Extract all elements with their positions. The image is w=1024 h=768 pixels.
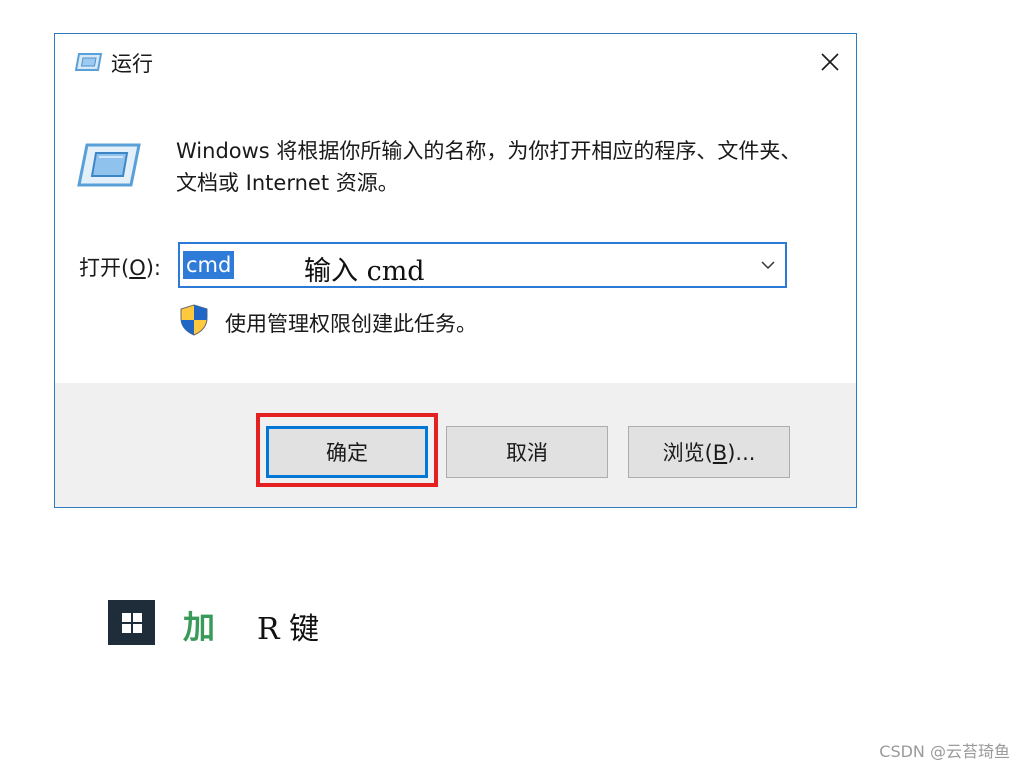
windows-logo-icon — [121, 612, 142, 633]
windows-key — [108, 600, 155, 645]
browse-label-prefix: 浏览( — [662, 441, 713, 465]
open-combobox[interactable]: cmd — [178, 242, 787, 288]
cancel-button[interactable]: 取消 — [446, 426, 608, 478]
run-icon — [75, 53, 103, 71]
browse-button-label: 浏览(B)... — [663, 437, 756, 467]
input-annotation: 输入 cmd — [304, 256, 425, 287]
browse-button[interactable]: 浏览(B)... — [628, 426, 790, 478]
description-text: Windows 将根据你所输入的名称，为你打开相应的程序、文件夹、文档或 Int… — [176, 139, 802, 195]
run-dialog: 运行 Windows 将根据你所输入的名称，为你打开相应的程序、文件夹、文档或 … — [54, 33, 857, 508]
close-icon — [821, 53, 839, 71]
open-input-value[interactable]: cmd — [183, 251, 235, 279]
title-bar: 运行 — [55, 34, 856, 92]
chevron-down-icon — [761, 261, 775, 270]
browse-label-suffix: )... — [727, 441, 756, 465]
close-button[interactable] — [810, 42, 850, 82]
open-label-prefix: 打开( — [79, 256, 130, 280]
open-label-key: O — [129, 256, 146, 280]
cancel-button-label: 取消 — [506, 441, 548, 465]
r-key-text: R 键 — [257, 612, 320, 647]
page: 运行 Windows 将根据你所输入的名称，为你打开相应的程序、文件夹、文档或 … — [0, 0, 1024, 768]
browse-label-key: B — [712, 441, 728, 465]
dropdown-button[interactable] — [757, 254, 779, 276]
plus-text: 加 — [183, 608, 216, 646]
button-bar: 确定 取消 浏览(B)... — [55, 383, 856, 507]
watermark: CSDN @云苔琦鱼 — [879, 742, 1010, 761]
dialog-title: 运行 — [111, 52, 153, 76]
run-program-icon — [77, 143, 141, 187]
ok-highlight-box — [256, 413, 438, 487]
admin-note: 使用管理权限创建此任务。 — [225, 312, 477, 336]
shield-icon — [180, 304, 208, 336]
open-label: 打开(O): — [79, 252, 161, 282]
open-label-suffix: ): — [145, 256, 162, 280]
